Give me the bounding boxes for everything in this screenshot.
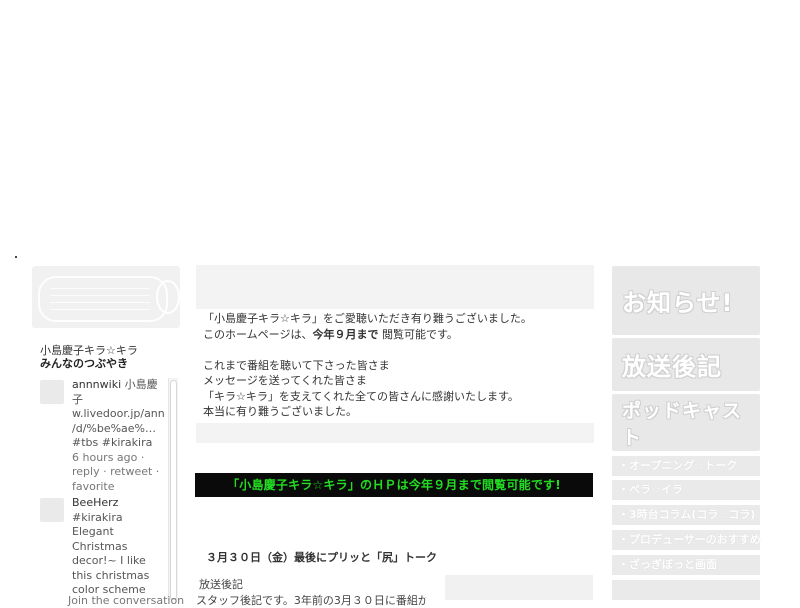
post-title[interactable]: ３月３０日（金）最後にプリッと「尻」トーク xyxy=(206,549,437,565)
closing-notice: 「小島慶子キラ☆キラ」をご愛聴いただき有り難うございました。 このホームページは… xyxy=(203,311,591,420)
after-show-notes-label: 放送後記 xyxy=(622,353,722,381)
tweet-username[interactable]: annnwiki xyxy=(72,378,121,391)
menu-item-pera-ira[interactable]: ・ペラ☆イラ xyxy=(612,480,760,500)
tweet-time[interactable]: 6 hours ago xyxy=(72,451,137,464)
notice-emphasis: 今年９月まで xyxy=(312,327,379,341)
show-logo-banner[interactable] xyxy=(32,266,180,328)
tweet-text: #kirakira Elegant Christmas decor!~ I li… xyxy=(72,510,150,601)
twitter-feed-scrollbar[interactable] xyxy=(168,378,178,600)
menu-item-more[interactable] xyxy=(612,580,760,600)
twitter-feed[interactable]: annnwiki 小島慶子 w.livedoor.jp/ann/d/%be%ae… xyxy=(40,378,180,600)
tweet-username[interactable]: BeeHerz xyxy=(72,496,118,509)
notice-line: 本当に有り難うございました。 xyxy=(203,405,357,418)
hp-availability-banner: 「小島慶子キラ☆キラ」のＨＰは今年９月まで閲覧可能です! xyxy=(195,473,593,497)
logo-swirl xyxy=(156,280,180,314)
main-header-banner xyxy=(196,265,594,309)
post-category[interactable]: 放送後記 xyxy=(199,576,243,592)
menu-item-label: ・3時台コラム(コラ☆コラ) xyxy=(618,508,756,521)
notice-line: これまで番組を聴いて下さった皆さま xyxy=(203,358,390,372)
post-body: スタッフ後記です。3年前の3月３０日に番組がス xyxy=(196,594,426,607)
join-conversation-link[interactable]: Join the conversation xyxy=(68,594,184,607)
menu-item-opening-talk[interactable]: ・オープニング☆トーク xyxy=(612,456,760,476)
podcast-button[interactable]: ポッドキャスト xyxy=(612,394,760,451)
avatar[interactable] xyxy=(40,498,64,522)
twitter-widget-title: 小島慶子キラ☆キラ xyxy=(40,344,138,357)
post-image xyxy=(445,575,593,600)
news-button-label: お知らせ! xyxy=(622,289,734,317)
notice-footer-band xyxy=(196,423,594,443)
menu-item-label: ・ざっぎぼっと画面 xyxy=(618,558,717,571)
scrollbar-thumb[interactable] xyxy=(170,380,177,600)
podcast-button-label: ポッドキャスト xyxy=(622,399,743,449)
avatar[interactable] xyxy=(40,380,64,404)
notice-line: 「キラ☆キラ」を支えてくれた全ての皆さんに感謝いたします。 xyxy=(203,389,519,403)
menu-item-gallery[interactable]: ・ざっぎぼっと画面 xyxy=(612,555,760,575)
logo-lettering xyxy=(50,286,150,310)
notice-line: 「小島慶子キラ☆キラ」をご愛聴いただき有り難うございました。 xyxy=(203,312,532,325)
menu-item-producer-pick[interactable]: ・プロデューサーのおすすめ xyxy=(612,530,761,550)
news-button[interactable]: お知らせ! xyxy=(612,266,760,335)
stray-dot xyxy=(15,256,17,258)
menu-item-label: ・オープニング☆トーク xyxy=(618,459,738,472)
menu-item-label: ・ペラ☆イラ xyxy=(618,483,683,496)
twitter-widget-subtitle: みんなのつぶやき xyxy=(40,357,128,370)
menu-item-column[interactable]: ・3時台コラム(コラ☆コラ) xyxy=(612,505,760,525)
notice-spacer xyxy=(203,342,591,358)
menu-item-label: ・プロデューサーのおすすめ xyxy=(618,533,761,546)
notice-line: メッセージを送ってくれた皆さま xyxy=(203,374,367,387)
after-show-notes-button[interactable]: 放送後記 xyxy=(612,338,760,391)
notice-line: このホームページは、今年９月まで 閲覧可能です。 xyxy=(203,327,458,341)
